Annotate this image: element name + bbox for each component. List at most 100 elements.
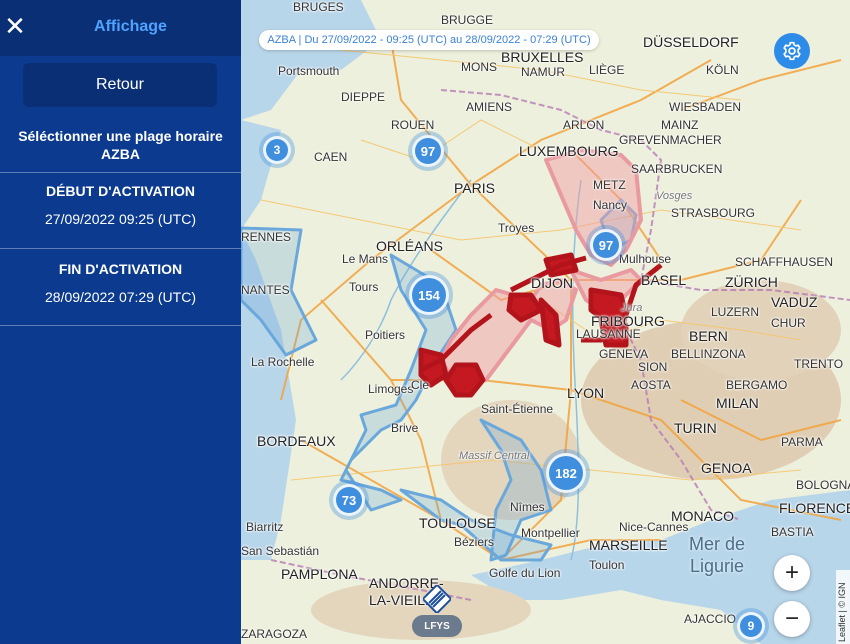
back-button[interactable]: Retour — [23, 63, 217, 107]
city-label: MILAN — [716, 395, 759, 411]
city-label: ORLÉANS — [376, 238, 443, 254]
city-label: LAUSANNE — [576, 327, 641, 341]
city-label: Montpellier — [521, 526, 580, 540]
city-label: Cle — [411, 378, 430, 392]
city-label: Vosges — [656, 190, 693, 202]
city-label: DÜSSELDORF — [643, 34, 739, 50]
city-label: MONS — [461, 60, 497, 74]
city-label: LIÈGE — [589, 63, 625, 77]
city-label: DIEPPE — [341, 90, 386, 104]
city-label: Troyes — [498, 221, 535, 235]
cluster-marker[interactable]: 3 — [263, 136, 291, 164]
city-label: Massif Central — [459, 450, 530, 462]
city-label: LYON — [567, 385, 605, 401]
start-activation-title: DÉBUT D'ACTIVATION — [45, 183, 196, 199]
city-label: Béziers — [454, 535, 495, 549]
panel-title: Affichage — [94, 18, 167, 35]
city-label: VADUZ — [771, 294, 818, 310]
city-label: STRASBOURG — [671, 206, 756, 220]
city-label: ZARAGOZA — [241, 627, 308, 641]
city-label: NAMUR — [521, 65, 565, 79]
city-label: Nîmes — [510, 500, 545, 514]
divider — [0, 248, 241, 249]
gear-icon — [783, 41, 801, 61]
city-label: Portsmouth — [278, 64, 340, 78]
city-label: BRUGES — [293, 0, 344, 14]
city-label: GENOA — [701, 460, 752, 476]
city-label: San Sebastián — [241, 544, 320, 558]
city-label: TRENTO — [794, 357, 844, 371]
map-tiles — [241, 0, 850, 644]
city-label: BELLINZONA — [671, 347, 746, 361]
city-label: TURIN — [674, 420, 717, 436]
settings-button[interactable] — [774, 33, 810, 69]
city-label: ARLON — [563, 118, 605, 132]
city-label: PARIS — [454, 180, 495, 196]
city-label: METZ — [593, 178, 626, 192]
city-label: KÖLN — [706, 63, 739, 77]
city-label: SAARBRUCKEN — [631, 162, 723, 176]
cluster-marker[interactable]: 182 — [546, 453, 586, 493]
city-label: ZÜRICH — [725, 274, 778, 290]
city-label: Biarritz — [246, 520, 284, 534]
city-label: Brive — [391, 421, 419, 435]
city-label: Poitiers — [365, 328, 406, 342]
city-label: Saint-Étienne — [481, 402, 554, 416]
start-activation-value[interactable]: 27/09/2022 09:25 (UTC) — [0, 211, 241, 227]
cluster-marker[interactable]: 97 — [412, 135, 444, 167]
city-label: Nancy — [593, 198, 628, 212]
city-label: MAINZ — [661, 118, 699, 132]
attribution-text: Leaflet | © IGN — [837, 582, 847, 643]
activation-range-banner: AZBA | Du 27/09/2022 - 09:25 (UTC) au 28… — [259, 30, 599, 50]
divider — [0, 325, 241, 326]
airport-badge[interactable]: LFYS — [412, 615, 462, 637]
city-label: BRUGGE — [441, 13, 494, 27]
city-label: PARMA — [781, 435, 823, 449]
city-label: SCHAFFHAUSEN — [735, 255, 834, 269]
city-label: LUZERN — [711, 305, 760, 319]
city-label: BERN — [689, 328, 728, 344]
end-activation-title: FIN D'ACTIVATION — [58, 261, 183, 277]
city-label: DIJON — [531, 275, 573, 291]
zoom-out-button[interactable]: − — [774, 601, 810, 637]
city-label: BOLOGNA — [796, 478, 850, 492]
city-label: AMIENS — [466, 100, 513, 114]
panel-header: ✕ Affichage — [0, 0, 241, 56]
city-label: AOSTA — [631, 378, 671, 392]
map[interactable]: BRUGES BRUGGE BRUXELLES DÜSSELDORF NAMUR… — [241, 0, 850, 644]
city-label: MARSEILLE — [589, 537, 668, 553]
city-label: CAEN — [314, 150, 348, 164]
cluster-marker[interactable]: 9 — [737, 612, 765, 640]
city-label: Mulhouse — [619, 252, 672, 266]
cluster-marker[interactable]: 73 — [333, 484, 365, 516]
city-label: NANTES — [241, 283, 290, 297]
city-label: LUXEMBOURG — [519, 143, 619, 159]
city-label: BRUXELLES — [501, 49, 584, 65]
end-activation-value[interactable]: 28/09/2022 07:29 (UTC) — [0, 289, 241, 305]
city-label: BASEL — [641, 272, 687, 288]
city-label: PAMPLONA — [281, 566, 358, 582]
city-label: Tours — [349, 280, 379, 294]
city-label: GREVENMACHER — [619, 133, 722, 147]
city-label: FLORENCE — [779, 500, 850, 516]
display-panel: ✕ Affichage Retour Séléctionner une plag… — [0, 0, 241, 644]
cluster-marker[interactable]: 97 — [590, 229, 622, 261]
zoom-in-button[interactable]: + — [774, 555, 810, 591]
city-label: Le Mans — [342, 252, 389, 266]
select-time-range-label: Séléctionner une plage horaire AZBA — [18, 128, 223, 162]
city-label: GENEVA — [599, 347, 649, 361]
city-label: MONACO — [671, 508, 734, 524]
city-label: SION — [638, 360, 668, 374]
airport-marker-icon[interactable] — [423, 585, 451, 613]
city-label: BASTIA — [771, 525, 814, 539]
city-label: Toulon — [589, 558, 625, 572]
divider — [0, 172, 241, 173]
city-label: ROUEN — [391, 118, 435, 132]
city-label: CHUR — [771, 316, 806, 330]
city-label: BERGAMO — [726, 378, 788, 392]
map-attribution[interactable]: Leaflet | © IGN — [836, 570, 850, 644]
cluster-marker[interactable]: 154 — [409, 275, 449, 315]
city-label: Golfe du Lion — [489, 566, 561, 580]
city-label: RENNES — [241, 230, 292, 244]
city-label: BORDEAUX — [257, 433, 336, 449]
